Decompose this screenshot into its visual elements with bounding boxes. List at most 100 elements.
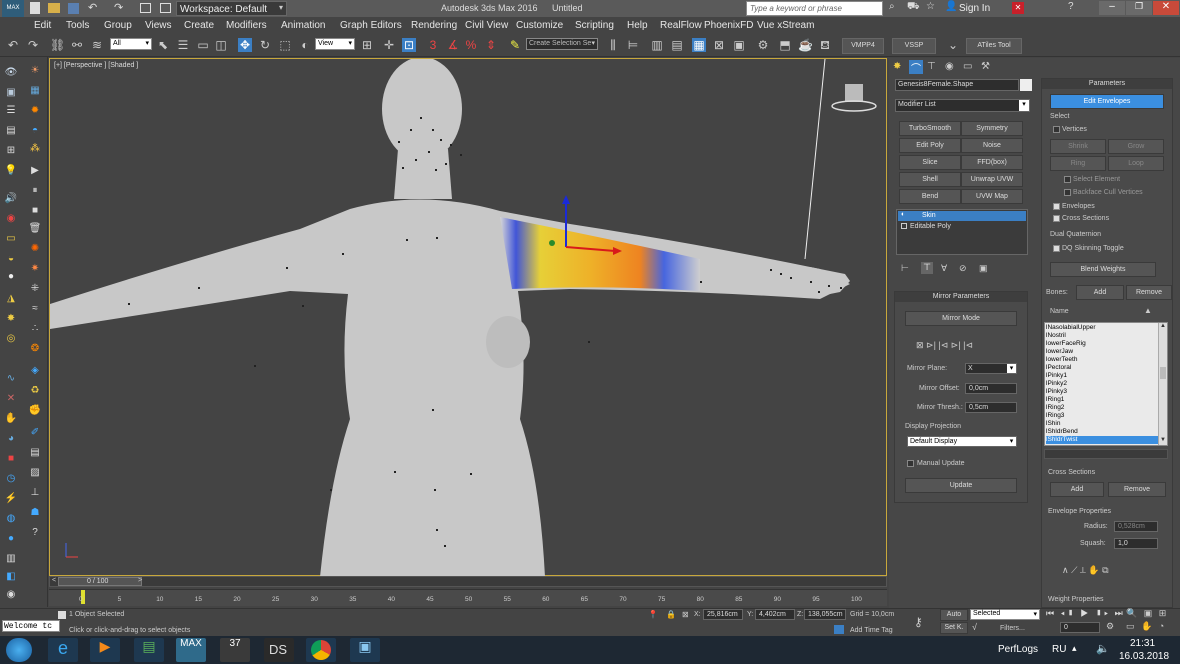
modifier-button[interactable]: Unwrap UVW: [961, 172, 1023, 187]
ball-icon[interactable]: ●: [4, 533, 18, 545]
rect-selection-icon[interactable]: ▭: [196, 38, 210, 52]
backface-checkbox[interactable]: [1064, 189, 1071, 196]
filters-button[interactable]: Filters...: [1000, 625, 1025, 632]
curve-editor-icon[interactable]: ▦: [692, 38, 706, 52]
menu-rendering[interactable]: Rendering: [411, 20, 457, 31]
lightbulb-icon[interactable]: 💡: [4, 165, 18, 177]
schematic-view-icon[interactable]: ⊠: [712, 38, 726, 52]
torus-icon[interactable]: ◎: [4, 333, 18, 345]
play-icon[interactable]: ▶: [28, 165, 42, 177]
menu-civil-view[interactable]: Civil View: [465, 20, 508, 31]
grid-icon[interactable]: ▦: [28, 85, 42, 97]
bone-item[interactable]: lShin: [1046, 420, 1158, 428]
3dsmax-icon[interactable]: MAX: [176, 638, 206, 662]
stack-item-skin[interactable]: ◐ Skin: [898, 211, 1026, 221]
select-element-checkbox[interactable]: [1064, 176, 1071, 183]
layer-icon[interactable]: ▤: [4, 125, 18, 137]
maximize-button[interactable]: ❐: [1126, 1, 1152, 15]
viewport-nav-icons-2[interactable]: ▭ ✋ ◔: [1126, 621, 1166, 632]
calendar-app-icon[interactable]: 37: [220, 638, 250, 662]
envelope-tools-icons[interactable]: ∧ ⟋ ⟂ ✋ ⧉: [1062, 565, 1109, 576]
help-icon[interactable]: ?: [28, 527, 42, 539]
vertices-checkbox[interactable]: [1053, 126, 1060, 133]
mirror-tool-icons[interactable]: ⊠ ⊳| |⊲ ⊳| |⊲: [916, 340, 973, 351]
mirror-plane-dropdown[interactable]: X ▾: [965, 363, 1017, 374]
star-icon[interactable]: ✸: [4, 313, 18, 325]
bone-item-selected[interactable]: lShldrTwist: [1046, 436, 1158, 444]
modifier-button[interactable]: Symmetry: [961, 121, 1023, 136]
modifier-button[interactable]: Noise: [961, 138, 1023, 153]
modifier-button[interactable]: Bend: [899, 189, 961, 204]
fluid-icon[interactable]: ◓: [28, 125, 42, 137]
bone-item[interactable]: lRing2: [1046, 404, 1158, 412]
ring-button[interactable]: Ring: [1050, 156, 1106, 171]
stack-toggle-icon[interactable]: [901, 223, 907, 229]
cross-sections-checkbox[interactable]: [1053, 215, 1060, 222]
maxscript-listener[interactable]: Welcome tc: [2, 620, 60, 632]
close-button[interactable]: ✕: [1153, 1, 1179, 15]
add-time-tag[interactable]: Add Time Tag: [850, 627, 893, 634]
pause-icon[interactable]: ⏸: [28, 185, 42, 197]
time-config-icon[interactable]: ⚙: [1106, 621, 1114, 632]
render-iterative-icon[interactable]: ⛾: [818, 38, 832, 52]
app-icon[interactable]: ▤: [134, 638, 164, 662]
set-key-button[interactable]: Set K.: [940, 622, 968, 634]
camera-icon[interactable]: ▣: [4, 87, 18, 99]
chart-icon[interactable]: ▨: [28, 467, 42, 479]
sparks-icon[interactable]: ✷: [28, 263, 42, 275]
snaps-icon[interactable]: 3: [426, 38, 440, 52]
menu-group[interactable]: Group: [104, 20, 132, 31]
hand-icon[interactable]: ✋: [4, 413, 18, 425]
extra-icon[interactable]: ◧: [4, 571, 18, 583]
eye-icon[interactable]: 👁: [4, 67, 18, 79]
menu-tools[interactable]: Tools: [66, 20, 89, 31]
key-mode-icon[interactable]: √: [972, 622, 977, 632]
calendar-icon[interactable]: ▤: [28, 447, 42, 459]
media-player-icon[interactable]: ▶: [90, 638, 120, 662]
fire-icon[interactable]: ✹: [28, 105, 42, 117]
drop-icon[interactable]: ◈: [28, 365, 42, 377]
y-coord-field[interactable]: 4,402cm: [755, 609, 795, 620]
foam-icon[interactable]: ∴: [28, 323, 42, 335]
start-button-icon[interactable]: [6, 638, 32, 662]
modifier-button[interactable]: TurboSmooth: [899, 121, 961, 136]
ellipse-icon[interactable]: ◒: [4, 253, 18, 265]
undo-icon[interactable]: ↶: [6, 38, 20, 52]
eye-icon[interactable]: ◐: [901, 211, 905, 218]
menu-phoenixfd[interactable]: PhoenixFD: [704, 20, 753, 31]
select-by-name-icon[interactable]: ☰: [176, 38, 190, 52]
material-editor-icon[interactable]: ▣: [732, 38, 746, 52]
time-slider-next[interactable]: >: [138, 577, 142, 584]
edit-envelopes-button[interactable]: Edit Envelopes: [1050, 94, 1164, 109]
info-icon[interactable]: ◉: [4, 589, 18, 601]
workspace-dropdown[interactable]: Workspace: Default ▾: [176, 1, 287, 16]
tools-icon[interactable]: ✕: [4, 393, 18, 405]
atiles-tool-button[interactable]: ATiles Tool: [966, 38, 1022, 54]
bone-item[interactable]: lPinky1: [1046, 372, 1158, 380]
clock-date[interactable]: 16.03.2018: [1119, 651, 1169, 662]
shrink-button[interactable]: Shrink: [1050, 139, 1106, 154]
sphere-icon[interactable]: ●: [4, 271, 18, 283]
dq-toggle-checkbox[interactable]: [1053, 245, 1060, 252]
keyboard-shortcut-icon[interactable]: ⊡: [402, 38, 416, 52]
timeline[interactable]: < 0 / 100 > 0 5 10 15 20 25 30 35 40 45 50 55 60 65 70…: [49, 576, 887, 608]
bone-list-scrollbar[interactable]: ▲ ▼: [1158, 323, 1167, 445]
remove-bone-button[interactable]: Remove: [1126, 285, 1172, 300]
layer-manager-icon[interactable]: ▥: [650, 38, 664, 52]
pivot-icon[interactable]: ⊞: [360, 38, 374, 52]
modifier-button[interactable]: Edit Poly: [899, 138, 961, 153]
list-icon[interactable]: ☰: [4, 105, 18, 117]
bone-item[interactable]: lRing3: [1046, 412, 1158, 420]
object-name-field[interactable]: Genesis8Female.Shape: [895, 79, 1019, 91]
cs-remove-button[interactable]: Remove: [1108, 482, 1166, 497]
project-icon[interactable]: [140, 3, 151, 13]
cart-icon[interactable]: ⛟: [907, 1, 920, 14]
bucket-icon[interactable]: ♻: [28, 385, 42, 397]
time-slider-prev[interactable]: <: [52, 577, 56, 584]
bone-item[interactable]: lNostril: [1046, 332, 1158, 340]
box-icon[interactable]: ▭: [4, 233, 18, 245]
remove-modifier-icon[interactable]: ⊘: [959, 263, 967, 274]
display-tab-icon[interactable]: ▭: [963, 61, 972, 72]
cone-icon[interactable]: ◮: [4, 293, 18, 305]
update-button[interactable]: Update: [905, 478, 1017, 493]
